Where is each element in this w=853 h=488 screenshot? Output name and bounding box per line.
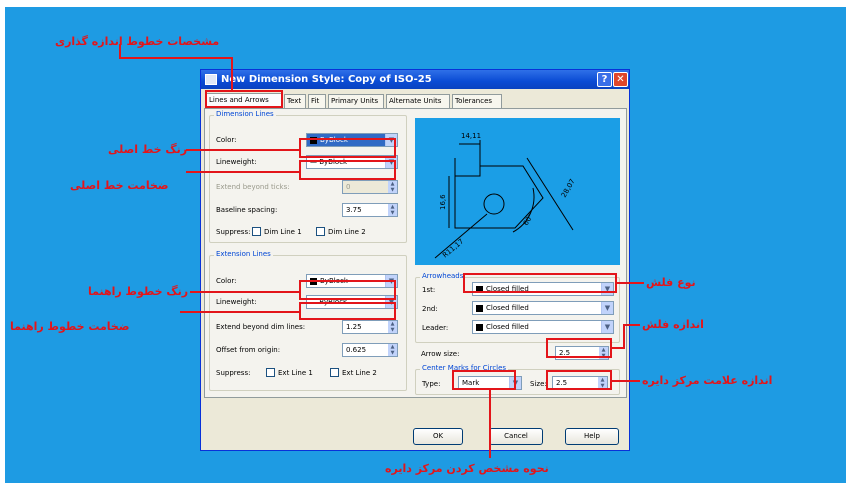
annotation-ext-line-color: رنگ خطوط راهنما: [88, 285, 189, 298]
annotation-main-line-weight: ضخامت خط اصلی: [70, 179, 169, 192]
annotation-arrow-type: نوع فلش: [646, 276, 696, 289]
annotation-main-line-color: رنگ خط اصلی: [108, 143, 188, 156]
annotation-leaders: [119, 44, 644, 458]
annotation-center-mark-type: نحوه مشخص کردن مرکز دایره: [385, 462, 549, 475]
annotation-arrow-size: اندازه فلش: [642, 318, 704, 331]
annotation-dim-line-properties: مشخصات خطوط اندازه گذاری: [55, 35, 220, 48]
annotation-center-mark-size: اندازه علامت مرکز دایره: [642, 374, 773, 387]
annotation-ext-line-weight: ضخامت خطوط راهنما: [10, 320, 130, 333]
